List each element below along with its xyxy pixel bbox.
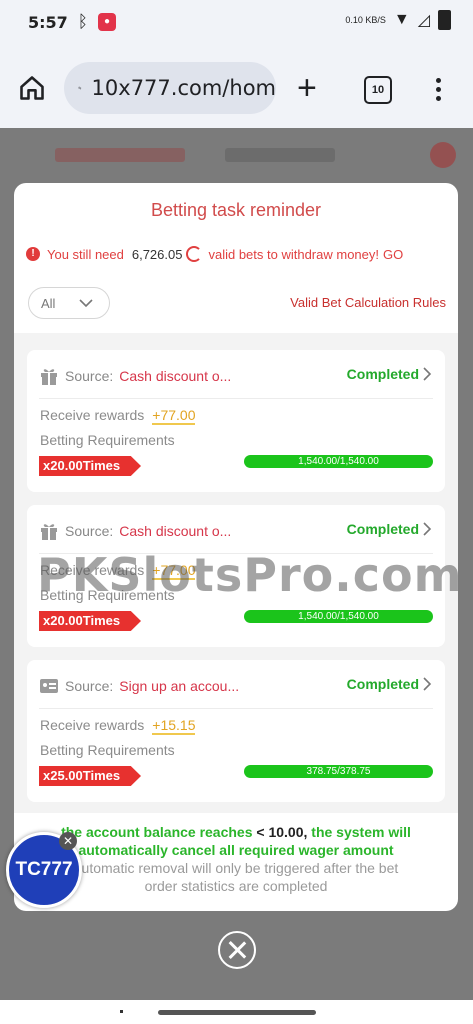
- backdrop-tab: [55, 148, 185, 162]
- rewards-value: +15.15: [152, 717, 196, 735]
- progress-bar: 1,540.00/1,540.00: [244, 455, 433, 468]
- wifi-icon: ▼: [393, 11, 410, 28]
- rewards-label: Receive rewards: [40, 717, 145, 733]
- source-value: Cash discount o...: [119, 368, 232, 384]
- progress-bar: 1,540.00/1,540.00: [244, 610, 433, 623]
- progress-bar: 378.75/378.75: [244, 765, 433, 778]
- app-notification-icon: ᛒ: [77, 12, 88, 31]
- multiplier-tag: x25.00Times: [39, 766, 141, 786]
- footer-text: the account balance reaches: [61, 824, 253, 840]
- go-link[interactable]: GO: [383, 247, 403, 262]
- browser-toolbar: 10x777.com/hom + 10: [0, 44, 473, 128]
- notice-suffix: valid bets to withdraw money!: [208, 246, 379, 262]
- net-speed: 0.10 KB/S: [345, 15, 386, 25]
- site-settings-icon[interactable]: [78, 77, 82, 99]
- gesture-nav-bar: [0, 1000, 473, 1024]
- divider: [39, 398, 433, 399]
- source-value: Sign up an accou...: [119, 678, 240, 694]
- required-amount: 6,726.05: [131, 246, 183, 262]
- chevron-right-icon[interactable]: [421, 676, 433, 692]
- chevron-right-icon[interactable]: [421, 366, 433, 382]
- chevron-down-icon: [79, 299, 94, 308]
- signal-icon: ◿: [417, 12, 430, 29]
- betting-task-modal: Betting task reminder ! You still need 6…: [14, 183, 458, 911]
- watermark-text: PKSlotsPro.com: [37, 548, 463, 602]
- tab-switcher-button[interactable]: 10: [364, 76, 392, 104]
- footer-text: the system will: [311, 824, 411, 840]
- rewards-label: Receive rewards: [40, 407, 145, 423]
- alert-icon: !: [26, 247, 40, 261]
- gift-icon: [41, 524, 57, 540]
- chevron-right-icon[interactable]: [421, 521, 433, 537]
- multiplier-tag: x20.00Times: [39, 611, 141, 631]
- nav-dot: [120, 1010, 123, 1013]
- status-bar: 5:57 ᛒ ● 0.10 KB/S ▼ ◿: [0, 0, 473, 44]
- footer-line-2: automatically cancel all required wager …: [78, 842, 394, 858]
- multiplier-tag: x20.00Times: [39, 456, 141, 476]
- backdrop-avatar: [430, 142, 456, 168]
- requirements-label: Betting Requirements: [40, 742, 175, 758]
- backdrop-tab: [225, 148, 335, 162]
- source-label: Source:: [65, 523, 114, 539]
- requirements-label: Betting Requirements: [40, 432, 175, 448]
- battery-icon: [438, 10, 451, 30]
- status-time: 5:57: [28, 12, 68, 32]
- task-card[interactable]: Source: Cash discount o... Completed Rec…: [27, 350, 445, 492]
- address-bar[interactable]: 10x777.com/hom: [64, 62, 276, 114]
- status-badge: Completed: [346, 676, 419, 692]
- new-tab-icon[interactable]: +: [297, 68, 317, 108]
- url-text: 10x777.com/hom: [91, 76, 276, 100]
- rewards-row: Receive rewards +15.15: [40, 717, 196, 735]
- screen-record-icon: ●: [98, 13, 116, 31]
- balance-threshold: < 10.00,: [256, 824, 308, 840]
- account-card-icon: [40, 679, 58, 693]
- refresh-icon[interactable]: [186, 246, 203, 262]
- status-badge: Completed: [346, 366, 419, 382]
- home-gesture-pill[interactable]: [158, 1010, 316, 1015]
- filter-value: All: [41, 295, 56, 311]
- withdraw-notice: ! You still need 6,726.05 valid bets to …: [26, 246, 403, 262]
- more-menu-icon[interactable]: [436, 78, 442, 105]
- footer-line-1: the account balance reaches < 10.00, the…: [14, 823, 458, 841]
- rewards-row: Receive rewards +77.00: [40, 407, 196, 425]
- status-badge: Completed: [346, 521, 419, 537]
- home-icon[interactable]: [18, 74, 46, 102]
- source-label: Source:: [65, 368, 114, 384]
- rules-link[interactable]: Valid Bet Calculation Rules: [290, 295, 446, 310]
- task-card[interactable]: Source: Sign up an accou... Completed Re…: [27, 660, 445, 802]
- divider: [39, 708, 433, 709]
- source-value: Cash discount o...: [119, 523, 232, 539]
- notice-prefix: You still need: [47, 246, 124, 262]
- filter-select[interactable]: All: [28, 287, 110, 319]
- rewards-value: +77.00: [152, 407, 196, 425]
- gift-icon: [41, 369, 57, 385]
- source-label: Source:: [65, 678, 114, 694]
- status-icons: 0.10 KB/S ▼ ◿: [345, 10, 451, 30]
- close-badge-icon[interactable]: ✕: [59, 832, 77, 850]
- modal-title: Betting task reminder: [150, 200, 322, 220]
- close-modal-button[interactable]: [218, 931, 256, 969]
